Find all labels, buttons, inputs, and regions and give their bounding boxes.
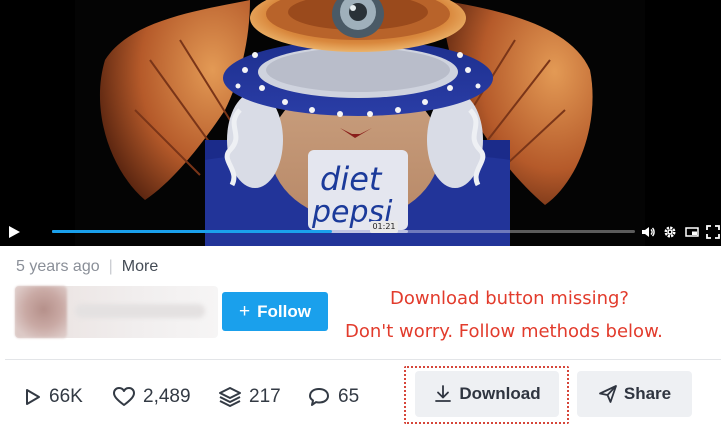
download-icon <box>435 385 452 402</box>
play-count-icon <box>26 389 40 405</box>
player-controls: 01:21 <box>0 218 721 246</box>
post-date: 5 years ago <box>16 258 100 275</box>
post-meta: 5 years ago | More <box>16 258 158 276</box>
more-link[interactable]: More <box>122 258 158 276</box>
annotation-line-1: Download button missing? <box>390 288 629 309</box>
follow-button[interactable]: + Follow <box>222 292 328 331</box>
likes-count: 2,489 <box>143 386 191 407</box>
pip-icon[interactable] <box>685 225 699 239</box>
video-still-image: diet pepsi <box>0 0 721 246</box>
download-label: Download <box>459 384 541 403</box>
avatar[interactable] <box>15 286 67 338</box>
video-frame: diet pepsi <box>0 0 721 246</box>
share-label: Share <box>623 384 672 403</box>
send-icon <box>598 385 617 403</box>
download-button[interactable]: Download <box>415 371 559 417</box>
video-player[interactable]: diet pepsi 01:21 <box>0 0 721 246</box>
comments-stat[interactable]: 65 <box>307 384 359 410</box>
follow-label: Follow <box>257 301 311 321</box>
layers-icon <box>219 387 241 407</box>
can-label-line1: diet <box>320 160 383 198</box>
settings-icon[interactable] <box>663 225 677 239</box>
author-name-blurred <box>75 304 205 318</box>
divider <box>5 359 721 360</box>
volume-icon[interactable] <box>641 225 655 239</box>
meta-separator: | <box>108 258 113 275</box>
fullscreen-icon[interactable] <box>706 225 720 239</box>
share-button[interactable]: Share <box>577 371 692 417</box>
progress-bar[interactable]: 01:21 <box>52 221 635 233</box>
comments-count: 65 <box>338 386 360 407</box>
comment-icon <box>309 388 329 406</box>
author-card[interactable] <box>15 286 218 338</box>
time-tooltip: 01:21 <box>370 221 398 233</box>
annotation-line-2: Don't worry. Follow methods below. <box>345 321 663 342</box>
collections-count: 217 <box>249 386 281 407</box>
plays-count: 66K <box>49 386 83 407</box>
likes-stat[interactable]: 2,489 <box>112 384 191 410</box>
collections-stat[interactable]: 217 <box>218 384 281 410</box>
plus-icon: + <box>239 300 251 322</box>
heart-icon <box>113 387 135 406</box>
progress-played <box>52 230 332 233</box>
play-icon[interactable] <box>6 224 22 240</box>
plays-stat: 66K <box>24 384 83 410</box>
